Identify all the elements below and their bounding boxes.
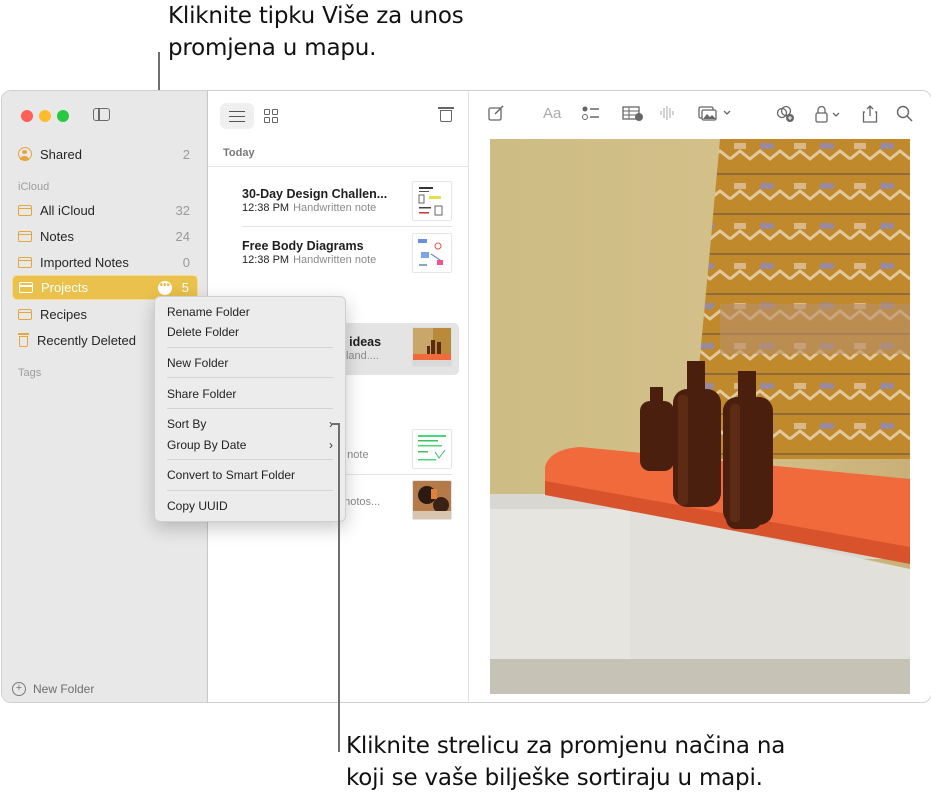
menu-separator: [167, 377, 333, 378]
menu-item-delete-folder[interactable]: Delete Folder: [167, 322, 333, 342]
folder-icon: [18, 256, 32, 268]
folder-icon: [19, 282, 33, 293]
section-header-today: Today: [223, 147, 255, 159]
menu-item-copy-uuid[interactable]: Copy UUID: [167, 496, 333, 516]
menu-separator: [167, 408, 333, 409]
sidebar-item-count: 0: [182, 254, 190, 270]
callout-line: koji se vaše bilješke sortiraju u mapi.: [346, 765, 763, 791]
new-folder-button[interactable]: + New Folder: [12, 682, 94, 696]
menu-item-label: Convert to Smart Folder: [167, 468, 296, 482]
lock-icon[interactable]: [814, 105, 844, 127]
note-editor: Aa: [469, 91, 931, 702]
folder-icon: [18, 204, 32, 216]
list-view-icon: [229, 110, 245, 122]
note-kind: Handwritten note: [293, 202, 377, 214]
sidebar-item-label: Projects: [41, 280, 88, 295]
audio-icon[interactable]: [659, 105, 677, 125]
section-header-tags: Tags: [18, 367, 42, 379]
submenu-arrow-icon[interactable]: ›: [329, 438, 333, 452]
menu-item-sort-by[interactable]: Sort By ›: [167, 414, 333, 434]
folder-icon: [18, 308, 32, 320]
list-view-button[interactable]: [220, 103, 254, 129]
sidebar-item-label: Shared: [40, 146, 82, 162]
menu-separator: [167, 490, 333, 491]
menu-item-label: Copy UUID: [167, 499, 228, 513]
menu-item-label: Delete Folder: [167, 325, 240, 339]
menu-item-new-folder[interactable]: New Folder: [167, 353, 333, 373]
sidebar-item-label: All iCloud: [40, 202, 95, 218]
person-circle-icon: [18, 147, 32, 161]
sidebar-item-count: 2: [182, 146, 190, 162]
sidebar-item-imported-notes[interactable]: Imported Notes 0: [12, 250, 198, 274]
format-icon[interactable]: Aa: [543, 105, 561, 122]
note-time: 12:38 PM: [242, 202, 290, 214]
share-icon[interactable]: [862, 105, 878, 127]
section-header-icloud: iCloud: [18, 181, 50, 193]
new-folder-label: New Folder: [33, 682, 95, 696]
close-window-button[interactable]: [21, 110, 33, 122]
callout-sort-arrow: Kliknite strelicu za promjenu načina na …: [346, 730, 785, 794]
folder-context-menu: Rename Folder Delete Folder New Folder S…: [154, 296, 346, 522]
note-thumbnail: [412, 181, 452, 221]
note-photo: [490, 139, 910, 694]
sidebar-item-shared[interactable]: Shared 2: [12, 142, 198, 166]
menu-separator: [167, 459, 333, 460]
delete-note-icon[interactable]: [438, 107, 454, 122]
checklist-icon[interactable]: [582, 105, 600, 125]
sidebar-item-label: Imported Notes: [40, 254, 129, 270]
menu-item-label: New Folder: [167, 356, 229, 370]
gallery-view-icon: [264, 109, 278, 123]
gallery-view-button[interactable]: [254, 103, 288, 129]
sidebar-item-count: 32: [175, 202, 190, 218]
sidebar-item-label: Notes: [40, 228, 74, 244]
compose-icon[interactable]: [488, 105, 504, 125]
table-icon[interactable]: [622, 105, 644, 125]
menu-item-label: Rename Folder: [167, 305, 250, 319]
sidebar-item-notes[interactable]: Notes 24: [12, 224, 198, 248]
more-button[interactable]: •••: [157, 280, 172, 295]
menu-separator: [167, 347, 333, 348]
sidebar-item-count: 5: [181, 280, 189, 295]
collaborate-icon[interactable]: [775, 105, 795, 127]
callout-leader-line: [338, 424, 340, 752]
menu-item-label: Group By Date: [167, 438, 247, 452]
media-icon[interactable]: [698, 105, 734, 125]
divider: [208, 166, 468, 167]
callout-more-button: Kliknite tipku Više za unos promjena u m…: [168, 0, 464, 64]
note-kind: Handwritten note: [293, 254, 377, 266]
menu-item-rename-folder[interactable]: Rename Folder: [167, 302, 333, 322]
callout-line: promjena u mapu.: [168, 35, 377, 61]
callout-line: Kliknite tipku Više za unos: [168, 3, 464, 29]
sidebar-toggle-icon[interactable]: [93, 108, 110, 121]
sidebar-item-count: 24: [175, 228, 190, 244]
trash-icon: [18, 333, 29, 347]
note-thumbnail: [412, 429, 452, 469]
plus-circle-icon: +: [12, 682, 26, 696]
sidebar-item-all-icloud[interactable]: All iCloud 32: [12, 198, 198, 222]
menu-item-label: Sort By: [167, 417, 207, 431]
note-time: 12:38 PM: [242, 254, 290, 266]
divider: [242, 226, 452, 227]
menu-item-convert-smart-folder[interactable]: Convert to Smart Folder: [167, 465, 333, 485]
notes-window: Shared 2 iCloud All iCloud 32 Notes 24 I…: [1, 90, 931, 703]
menu-item-group-by-date[interactable]: Group By Date ›: [167, 435, 333, 455]
menu-item-label: Share Folder: [167, 387, 237, 401]
menu-item-share-folder[interactable]: Share Folder: [167, 384, 333, 404]
callout-line: Kliknite strelicu za promjenu načina na: [346, 733, 786, 759]
note-thumbnail: [412, 327, 452, 367]
zoom-window-button[interactable]: [57, 110, 69, 122]
note-thumbnail: [412, 480, 452, 520]
callout-leader-tick: [332, 423, 340, 425]
note-thumbnail: [412, 233, 452, 273]
minimize-window-button[interactable]: [39, 110, 51, 122]
folder-icon: [18, 230, 32, 242]
search-icon[interactable]: [896, 105, 914, 127]
